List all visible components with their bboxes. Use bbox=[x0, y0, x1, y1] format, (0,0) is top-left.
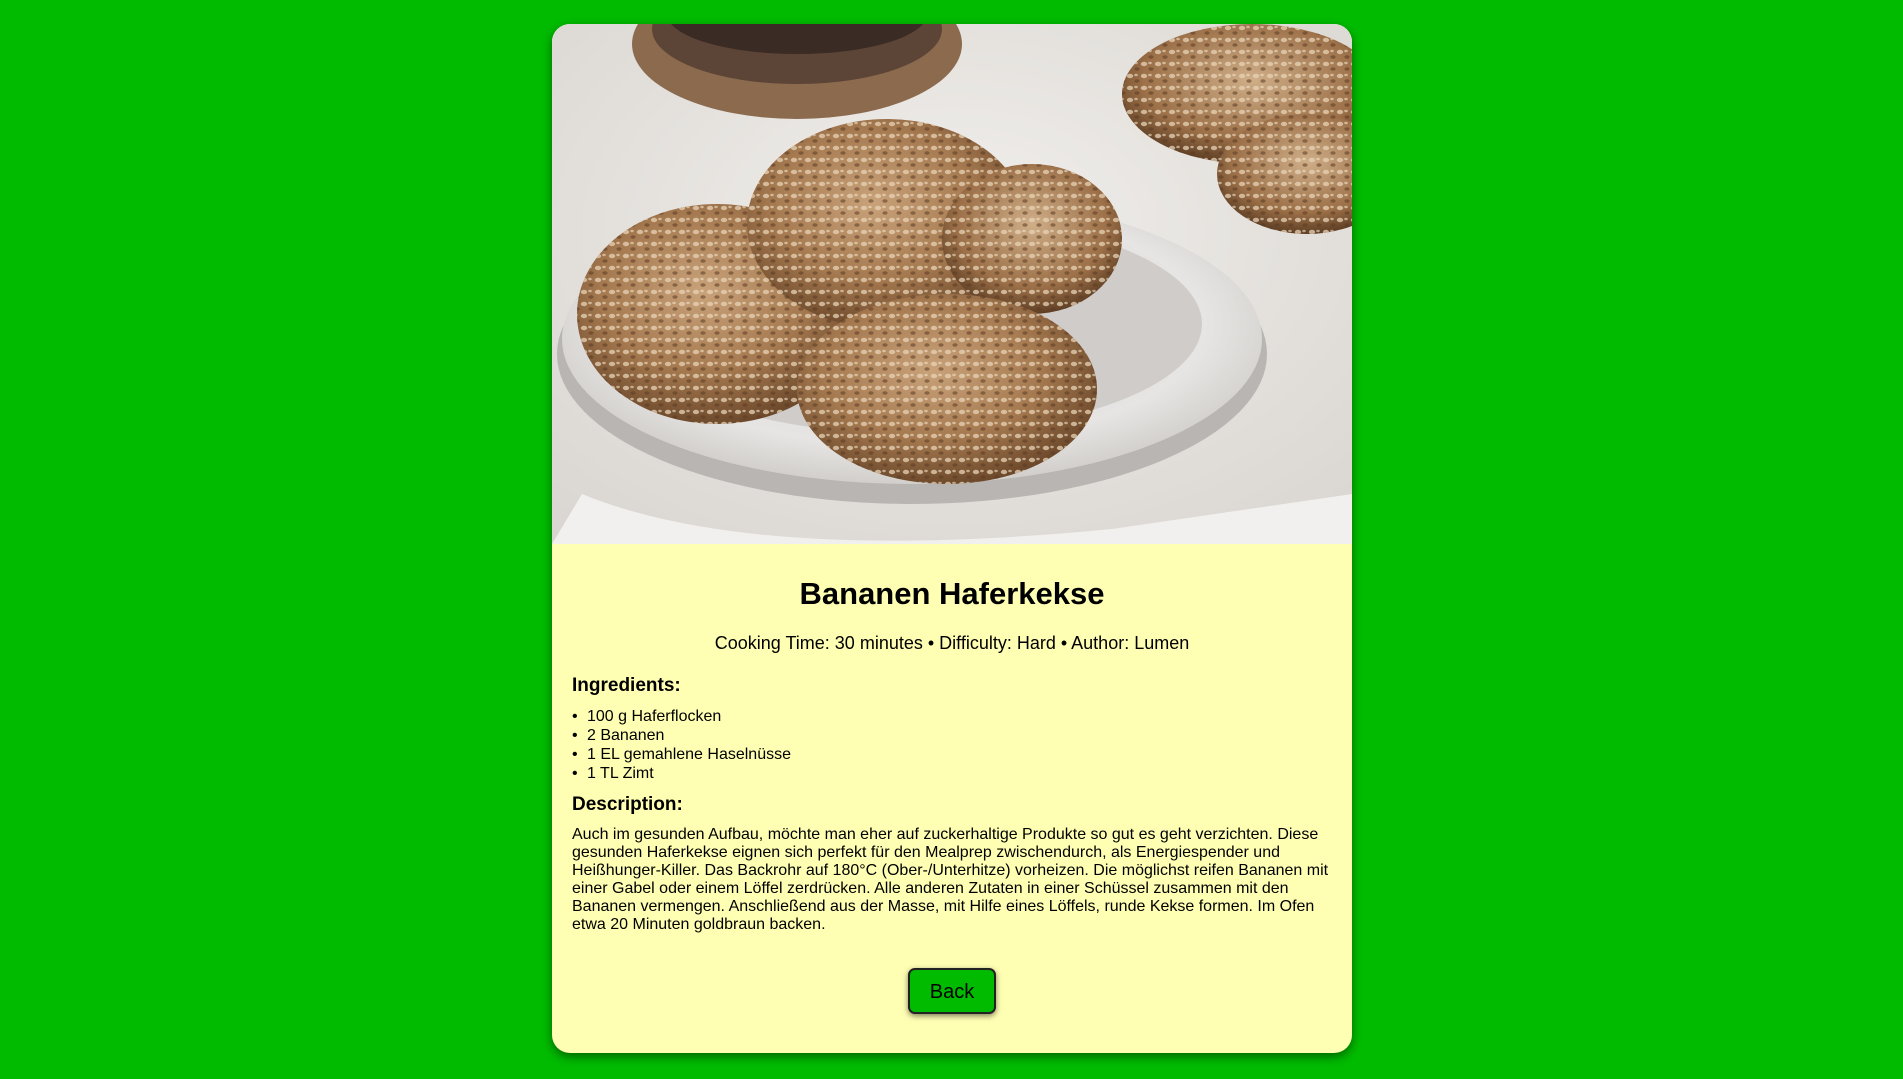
recipe-meta: Cooking Time: 30 minutes • Difficulty: H… bbox=[714, 633, 1190, 653]
bullet: • bbox=[572, 765, 578, 782]
ingredient-item: • 100 g Haferflocken bbox=[572, 708, 722, 725]
recipe-description: Auch im gesunden Aufbau, möchte man eher… bbox=[572, 826, 1329, 933]
recipe-photo bbox=[552, 24, 1352, 544]
ingredient-item: • 1 EL gemahlene Haselnüsse bbox=[572, 746, 791, 763]
ingredients-list: • 100 g Haferflocken • 2 Bananen • 1 EL gem… bbox=[572, 707, 1332, 783]
ingredient-item: • 1 TL Zimt bbox=[572, 765, 654, 782]
recipe-title: Bananen Haferkekse bbox=[799, 576, 1105, 611]
cookies-image bbox=[552, 24, 1352, 544]
bullet: • bbox=[572, 708, 578, 725]
back-button-container: Back bbox=[552, 968, 1352, 1014]
ingredient-item: • 2 Bananen bbox=[572, 727, 665, 744]
description-heading: Description: bbox=[572, 794, 683, 815]
bullet: • bbox=[572, 746, 578, 763]
back-button[interactable]: Back bbox=[908, 968, 996, 1014]
ingredients-heading: Ingredients: bbox=[572, 675, 681, 696]
recipe-content: Bananen Haferkekse Cooking Time: 30 minu… bbox=[552, 574, 1352, 934]
recipe-card: Bananen Haferkekse Cooking Time: 30 minu… bbox=[552, 24, 1352, 1053]
bullet: • bbox=[572, 727, 578, 744]
